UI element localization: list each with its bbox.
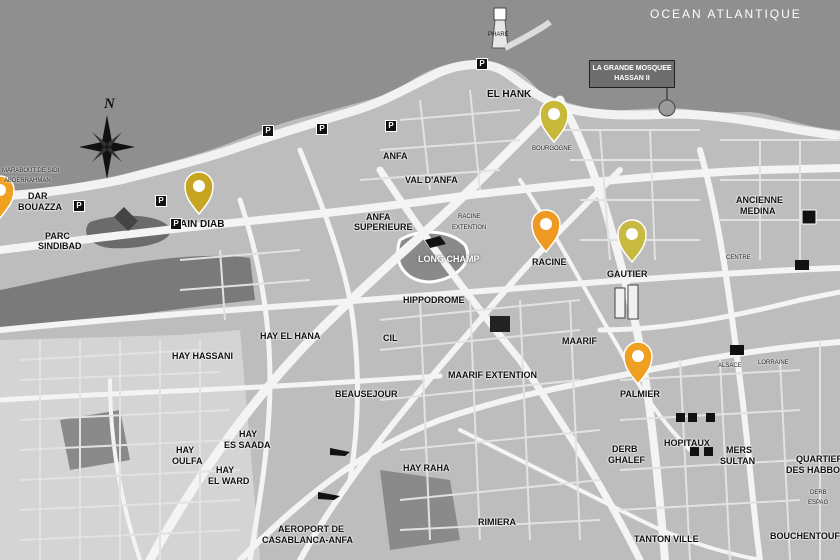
- mosque-icon: [658, 99, 676, 117]
- district-label: HAY RAHA: [403, 463, 450, 473]
- district-label: HIPPODROME: [403, 295, 465, 305]
- landmark-box-line2: HASSAN II: [614, 75, 650, 82]
- district-label: MAARIF: [562, 336, 597, 346]
- district-label: DAR: [28, 191, 48, 201]
- map-graphic: [0, 0, 840, 560]
- district-label: HAY EL HANA: [260, 331, 321, 341]
- district-label: BOURGOGNE: [532, 146, 572, 152]
- parking-icon: P: [476, 58, 488, 70]
- district-label: DERB: [810, 490, 827, 496]
- map-canvas[interactable]: OCEAN ATLANTIQUE N LA GRANDE MOSQUEE HAS…: [0, 0, 840, 560]
- district-label: BOUAZZA: [18, 202, 62, 212]
- district-label: ANFA: [383, 151, 408, 161]
- district-label: LONG CHAMP: [418, 254, 480, 264]
- district-label: CENTRE: [726, 255, 751, 261]
- district-label: TANTON VILLE: [634, 534, 699, 544]
- district-label: ESPAG: [808, 500, 829, 506]
- district-label: MAARIF EXTENTION: [448, 370, 537, 380]
- ship-icon: [801, 209, 817, 225]
- compass-letter: N: [104, 96, 115, 112]
- district-label: PHARE: [488, 32, 509, 38]
- district-label: HOPITAUX: [664, 438, 710, 448]
- district-label: CIL: [383, 333, 398, 343]
- district-label: CASABLANCA-ANFA: [262, 535, 353, 545]
- parking-icon: P: [170, 218, 182, 230]
- district-label: QUARTIER: [796, 454, 840, 464]
- district-label: PALMIER: [620, 389, 660, 399]
- district-label: RACINE: [458, 214, 481, 220]
- stadium-icon: [490, 316, 510, 332]
- district-label: GHALEF: [608, 455, 645, 465]
- district-label: ALSACE: [718, 363, 742, 369]
- district-label: AIN DIAB: [180, 219, 225, 230]
- district-label: MERS: [726, 445, 753, 455]
- district-label: RACINE: [532, 257, 567, 267]
- district-label: MARABOUT DE SIDI: [2, 168, 60, 174]
- landmark-box[interactable]: LA GRANDE MOSQUEE HASSAN II: [589, 60, 675, 88]
- district-label: AEROPORT DE: [278, 524, 345, 534]
- district-label: EL HANK: [487, 89, 532, 100]
- district-label: BEAUSEJOUR: [335, 389, 398, 399]
- lighthouse-top-icon: [493, 7, 507, 21]
- parking-icon: P: [385, 120, 397, 132]
- district-label: EL WARD: [208, 476, 250, 486]
- parking-icon: P: [155, 195, 167, 207]
- parking-icon: P: [316, 123, 328, 135]
- district-label: HAY: [239, 429, 258, 439]
- district-label: LORRAINE: [758, 360, 789, 366]
- district-label: HAY HASSANI: [172, 351, 234, 361]
- ocean-label: OCEAN ATLANTIQUE: [650, 7, 802, 21]
- district-label: DERB: [612, 444, 638, 454]
- district-label: SINDIBAD: [38, 241, 82, 251]
- camera-icon-2: [730, 345, 744, 355]
- district-label: HAY: [176, 445, 195, 455]
- district-label: ABDERRAHMAN: [4, 178, 51, 184]
- district-label: HAY: [216, 465, 235, 475]
- district-label: VAL D'ANFA: [405, 175, 458, 185]
- district-label: RIMIERA: [478, 517, 516, 527]
- district-label: EXTENTION: [452, 225, 487, 231]
- landmark-box-line1: LA GRANDE MOSQUEE: [592, 65, 672, 72]
- district-label: ANCIENNE: [736, 195, 784, 205]
- parking-icon: P: [73, 200, 85, 212]
- district-label: SULTAN: [720, 456, 756, 466]
- parking-icon: P: [262, 125, 274, 137]
- district-label: ES SAADA: [224, 440, 271, 450]
- district-label: OULFA: [172, 456, 203, 466]
- airport-area: [380, 470, 460, 550]
- district-label: SUPERIEURE: [354, 222, 413, 232]
- district-label: MEDINA: [740, 206, 776, 216]
- district-label: DES HABBOUS: [786, 465, 840, 475]
- district-label: GAUTIER: [607, 269, 648, 279]
- district-label: BOUCHENTOUF: [770, 531, 840, 541]
- camera-icon-1: [795, 260, 809, 270]
